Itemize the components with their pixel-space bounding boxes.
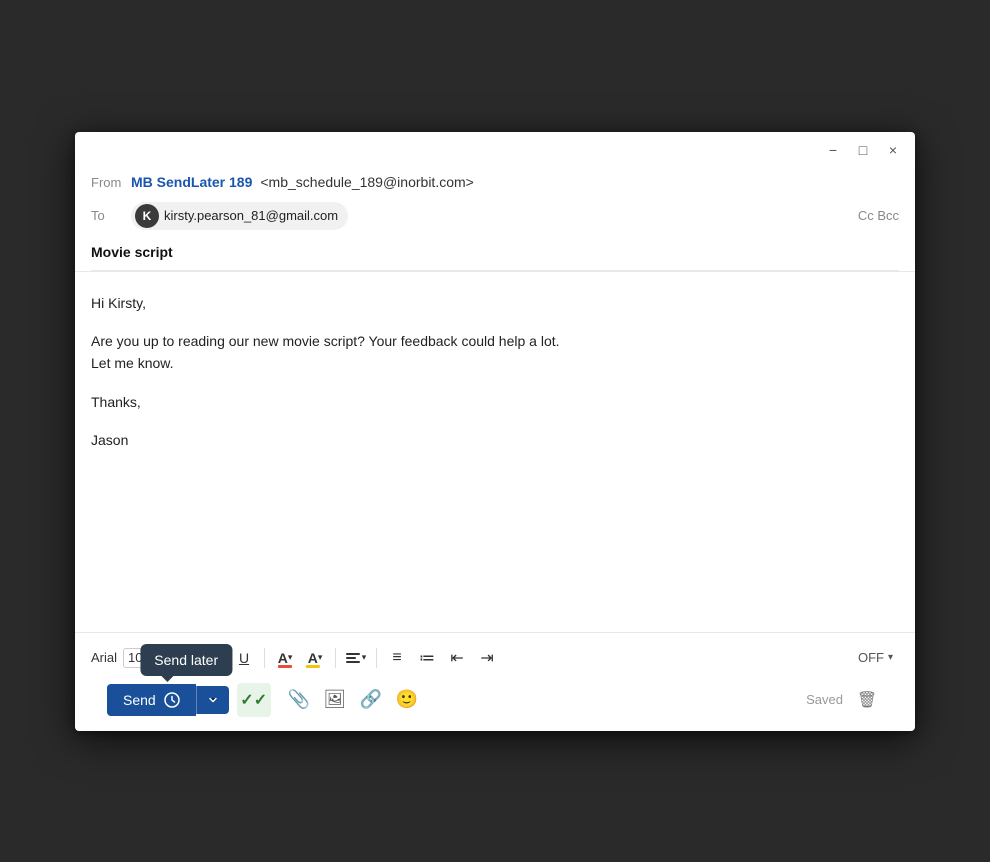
to-address: kirsty.pearson_81@gmail.com: [164, 208, 338, 223]
align-button[interactable]: ▾: [342, 645, 370, 671]
check-icon: ✓✓: [240, 690, 267, 710]
from-row: From MB SendLater 189 <mb_schedule_189@i…: [91, 166, 899, 196]
font-color-icon: A: [278, 650, 288, 666]
to-label: To: [91, 208, 123, 223]
mark-done-button[interactable]: ✓✓: [237, 683, 271, 717]
send-later-button[interactable]: [196, 686, 229, 714]
to-chip[interactable]: K kirsty.pearson_81@gmail.com: [131, 202, 348, 230]
separator-2: [264, 648, 265, 668]
font-color-button[interactable]: A ▾: [271, 645, 299, 671]
separator-1: [163, 648, 164, 668]
off-chevron-icon: ▾: [888, 652, 893, 663]
highlight-dropdown-icon: ▾: [318, 652, 323, 663]
subject-text: Movie script: [91, 244, 173, 260]
action-bar: Send later Send: [91, 675, 899, 731]
separator-4: [376, 648, 377, 668]
unordered-list-button[interactable]: ≔: [413, 645, 441, 671]
signature-line: Jason: [91, 429, 899, 451]
cc-bcc-button[interactable]: Cc Bcc: [858, 208, 899, 223]
emoji-icon: 🙂: [395, 689, 417, 710]
ordered-list-icon: ≡: [392, 649, 401, 667]
align-icon: [346, 653, 360, 663]
font-selector[interactable]: Arial: [91, 650, 117, 665]
font-color-dropdown-icon: ▾: [288, 652, 293, 663]
subject-row: Movie script: [91, 236, 899, 271]
off-toggle[interactable]: OFF ▾: [852, 648, 899, 667]
from-name: MB SendLater 189: [131, 174, 252, 190]
link-button[interactable]: 🔗: [355, 684, 387, 716]
underline-button[interactable]: U: [230, 645, 258, 671]
to-row: To K kirsty.pearson_81@gmail.com Cc Bcc: [91, 196, 899, 236]
highlight-icon: A: [308, 650, 318, 666]
send-dropdown-icon: [207, 694, 219, 706]
font-color-indicator: [278, 665, 292, 668]
from-email: <mb_schedule_189@inorbit.com>: [260, 174, 473, 190]
indent-increase-button[interactable]: ⇥: [473, 645, 501, 671]
separator-3: [335, 648, 336, 668]
title-bar: − □ ×: [75, 132, 915, 166]
avatar: K: [135, 204, 159, 228]
bold-button[interactable]: B: [170, 645, 198, 671]
send-label: Send: [123, 692, 156, 708]
compose-window: − □ × From MB SendLater 189 <mb_schedule…: [75, 132, 915, 731]
emoji-button[interactable]: 🙂: [391, 684, 423, 716]
delete-button[interactable]: 🗑: [851, 684, 883, 716]
email-header: From MB SendLater 189 <mb_schedule_189@i…: [75, 166, 915, 272]
font-size-dropdown-icon: ▾: [145, 650, 152, 666]
align-dropdown-icon: ▾: [362, 652, 367, 663]
off-label: OFF: [858, 650, 884, 665]
unordered-list-icon: ≔: [419, 648, 435, 668]
format-toolbar: Arial 10 ▾ B I U A ▾ A ▾: [91, 641, 899, 675]
image-icon: 🖼: [323, 689, 346, 710]
image-button[interactable]: 🖼: [319, 684, 351, 716]
from-label: From: [91, 175, 123, 190]
maximize-button[interactable]: □: [853, 140, 873, 160]
indent-decrease-icon: ⇤: [450, 648, 463, 668]
indent-increase-icon: ⇥: [480, 648, 493, 668]
trash-icon: 🗑: [857, 690, 877, 710]
font-size-selector[interactable]: 10 ▾: [123, 648, 157, 668]
send-button-group: Send later Send: [107, 684, 229, 716]
action-icons: 📎 🖼 🔗 🙂: [283, 684, 423, 716]
body-paragraph: Are you up to reading our new movie scri…: [91, 330, 899, 375]
link-icon: 🔗: [359, 689, 381, 710]
saved-label: Saved: [806, 692, 843, 707]
greeting-line: Hi Kirsty,: [91, 292, 899, 314]
minimize-button[interactable]: −: [823, 140, 843, 160]
paperclip-icon: 📎: [287, 689, 309, 710]
highlight-indicator: [306, 665, 320, 668]
italic-button[interactable]: I: [200, 645, 228, 671]
highlight-button[interactable]: A ▾: [301, 645, 329, 671]
window-controls: − □ ×: [823, 140, 903, 160]
attach-button[interactable]: 📎: [283, 684, 315, 716]
close-button[interactable]: ×: [883, 140, 903, 160]
email-body[interactable]: Hi Kirsty, Are you up to reading our new…: [75, 272, 915, 632]
ordered-list-button[interactable]: ≡: [383, 645, 411, 671]
closing-line: Thanks,: [91, 391, 899, 413]
send-button[interactable]: Send: [107, 684, 196, 716]
toolbar-area: Arial 10 ▾ B I U A ▾ A ▾: [75, 632, 915, 731]
clock-icon: [164, 692, 180, 708]
indent-decrease-button[interactable]: ⇤: [443, 645, 471, 671]
